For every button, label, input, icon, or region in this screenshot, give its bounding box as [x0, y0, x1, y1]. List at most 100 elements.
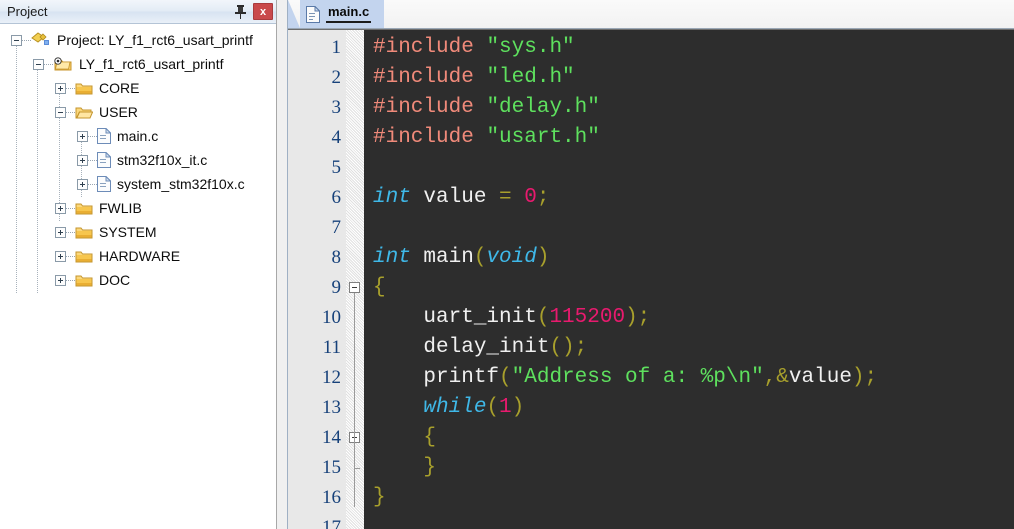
tree-item-label: main.c [117, 128, 159, 144]
tree-item-hardware[interactable]: HARDWARE [0, 244, 276, 268]
tree-item-label: CORE [99, 80, 140, 96]
tree-item-label: HARDWARE [99, 248, 181, 264]
fold-toggle-icon[interactable] [349, 282, 360, 293]
expand-icon[interactable] [55, 250, 66, 262]
tab-main-c[interactable]: main.c [287, 0, 385, 28]
expand-icon[interactable] [55, 274, 66, 286]
line-number: 9 [331, 277, 342, 298]
code-token: } [373, 456, 437, 479]
editor-tabstrip: main.c [287, 0, 1014, 29]
code-line: int value = 0; [373, 183, 1014, 213]
code-token: delay_init [373, 336, 550, 359]
code-token: ) [625, 306, 638, 329]
code-line: while(1) [373, 393, 1014, 423]
target-folder-icon [54, 57, 72, 71]
project-panel: Project x Project: LY_f1_rct6_usart_prin… [0, 0, 277, 529]
code-token: int [373, 186, 411, 209]
tree-item-doc[interactable]: DOC [0, 268, 276, 292]
line-number: 12 [322, 367, 341, 388]
tree-item-project-ly-f1-rct6-usart-printf[interactable]: Project: LY_f1_rct6_usart_printf [0, 28, 276, 52]
expand-icon[interactable] [77, 178, 88, 190]
expand-icon[interactable] [55, 82, 66, 94]
collapse-icon[interactable] [55, 106, 66, 118]
fold-guide-line [354, 443, 355, 459]
tree-item-stm32f10x-it-c[interactable]: stm32f10x_it.c [0, 148, 276, 172]
code-line: #include "delay.h" [373, 93, 1014, 123]
code-token: ) [536, 246, 550, 269]
code-token: value [410, 186, 500, 209]
project-panel-title: Project [7, 4, 48, 19]
code-token: ( [473, 246, 487, 269]
panel-splitter[interactable] [277, 0, 288, 529]
fold-guide-line [354, 293, 355, 507]
tree-connector [88, 183, 97, 185]
collapse-icon[interactable] [11, 34, 22, 46]
tree-item-fwlib[interactable]: FWLIB [0, 196, 276, 220]
code-token: int [373, 246, 411, 269]
code-token: while [423, 396, 487, 419]
tree-item-label: stm32f10x_it.c [117, 152, 208, 168]
expand-icon[interactable] [77, 130, 88, 142]
code-line: printf("Address of a: %p\n",&value); [373, 363, 1014, 393]
folding-margin[interactable] [346, 30, 364, 529]
pin-icon[interactable] [231, 2, 250, 21]
c-file-icon [97, 128, 111, 144]
code-editor: main.c 1 2 3 4 5 6 7 8 9 10 11 12 13 14 15 16 17 #includ… [287, 0, 1014, 529]
tree-item-label: Project: LY_f1_rct6_usart_printf [57, 32, 253, 48]
code-line: delay_init(); [373, 333, 1014, 363]
code-token: , [763, 366, 777, 389]
line-number: 11 [322, 337, 341, 358]
tree-item-label: USER [99, 104, 138, 120]
code-line: int main(void) [373, 243, 1014, 273]
folder-closed-icon [75, 227, 93, 239]
c-file-icon [97, 176, 111, 192]
code-token: 115200 [549, 306, 626, 329]
code-token: #include [373, 66, 474, 89]
line-number: 3 [331, 97, 342, 118]
code-token: ) [851, 366, 865, 389]
close-panel-button[interactable]: x [253, 3, 273, 20]
code-line: { [373, 423, 1014, 453]
line-number: 1 [331, 37, 342, 58]
code-token: { [373, 426, 437, 449]
tree-connector [66, 231, 75, 233]
line-number: 17 [322, 517, 341, 529]
code-token: "Address of a: %p\n" [511, 366, 764, 389]
tree-item-ly-f1-rct6-usart-printf[interactable]: LY_f1_rct6_usart_printf [0, 52, 276, 76]
folder-closed-icon [75, 251, 93, 263]
c-file-icon [306, 5, 320, 23]
line-number: 7 [331, 217, 342, 238]
code-line: uart_init(115200); [373, 303, 1014, 333]
tree-item-main-c[interactable]: main.c [0, 124, 276, 148]
expand-icon[interactable] [55, 226, 66, 238]
line-number: 14 [322, 427, 341, 448]
code-token: = [499, 186, 512, 209]
tree-connector [66, 207, 75, 209]
code-token: value [788, 366, 852, 389]
expand-icon[interactable] [77, 154, 88, 166]
folder-open-icon [75, 107, 93, 119]
tree-connector [66, 87, 75, 89]
tree-item-label: FWLIB [99, 200, 142, 216]
line-number-gutter: 1 2 3 4 5 6 7 8 9 10 11 12 13 14 15 16 17 [288, 30, 346, 529]
code-token: } [373, 486, 386, 509]
code-token: ( [536, 306, 550, 329]
tree-item-user[interactable]: USER [0, 100, 276, 124]
code-token: ( [499, 366, 512, 389]
tree-item-core[interactable]: CORE [0, 76, 276, 100]
tree-connector [44, 63, 53, 65]
tree-connector [88, 135, 97, 137]
code-line: } [373, 483, 1014, 513]
line-number: 15 [322, 457, 341, 478]
code-token: #include [373, 126, 474, 149]
code-text[interactable]: #include "sys.h" #include "led.h" #include… [364, 30, 1014, 529]
line-number: 2 [331, 67, 342, 88]
collapse-icon[interactable] [33, 58, 44, 70]
code-surface[interactable]: 1 2 3 4 5 6 7 8 9 10 11 12 13 14 15 16 17 #include "sys.… [288, 29, 1014, 529]
expand-icon[interactable] [55, 202, 66, 214]
tree-item-system-stm32f10x-c[interactable]: system_stm32f10x.c [0, 172, 276, 196]
tree-item-system[interactable]: SYSTEM [0, 220, 276, 244]
